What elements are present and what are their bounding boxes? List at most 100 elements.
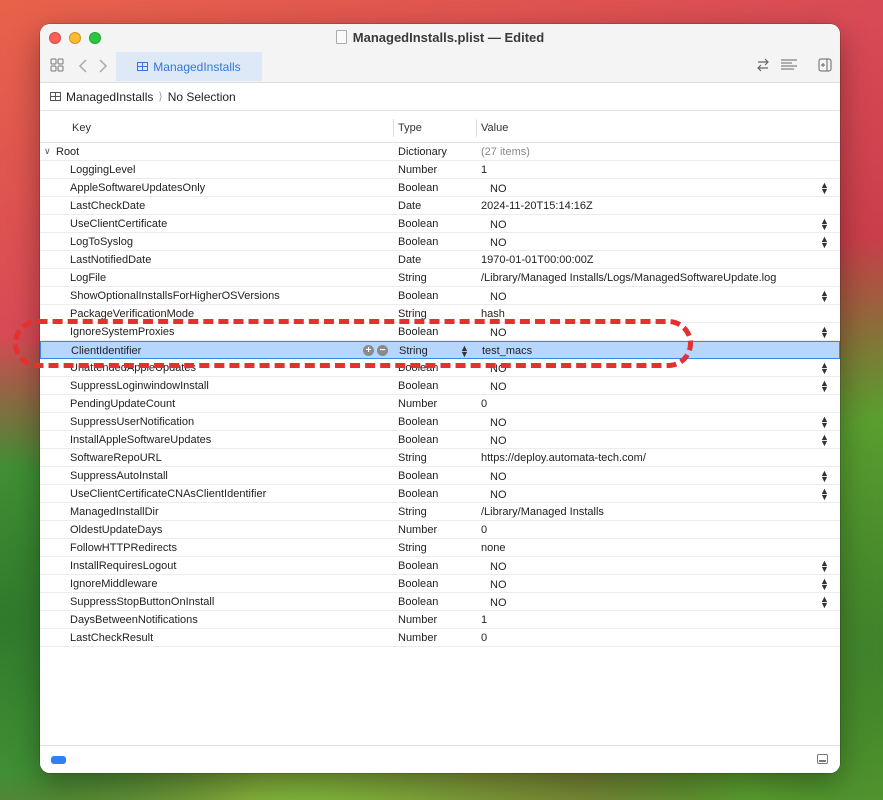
row-key[interactable]: SuppressStopButtonOnInstall [70,596,214,608]
disclosure-chevron-down-icon[interactable]: ∨ [44,146,51,157]
row-value[interactable]: NO [490,417,507,429]
row-type[interactable]: Boolean [398,560,438,572]
row-key[interactable]: ShowOptionalInstallsForHigherOSVersions [70,290,280,302]
value-stepper-icon[interactable]: ▲ ▼ [820,577,829,592]
row-type[interactable]: Boolean [398,182,438,194]
table-row[interactable]: UseClientCertificateCNAsClientIdentifier… [40,485,840,503]
row-type[interactable]: Date [398,200,421,212]
row-key[interactable]: PendingUpdateCount [70,398,175,410]
panel-toggle-icon[interactable] [817,754,828,764]
row-type[interactable]: Boolean [398,578,438,590]
row-key[interactable]: InstallAppleSoftwareUpdates [70,434,211,446]
row-key[interactable]: UseClientCertificate [70,218,167,230]
row-type[interactable]: Boolean [398,326,438,338]
value-stepper-icon[interactable]: ▲ ▼ [820,181,829,196]
table-row[interactable]: LastCheckDate Date 2024-11-20T15:14:16Z [40,197,840,215]
row-value[interactable]: hash [481,308,505,320]
table-row[interactable]: PackageVerificationMode String hash [40,305,840,323]
row-value[interactable]: NO [490,291,507,303]
row-key[interactable]: OldestUpdateDays [70,524,162,536]
row-key[interactable]: LastCheckResult [70,632,153,644]
column-divider[interactable] [476,119,477,137]
tab-managedinstalls[interactable]: ManagedInstalls [116,52,262,81]
value-stepper-icon[interactable]: ▲ ▼ [820,595,829,610]
table-row[interactable]: ClientIdentifier + − String ▲ ▼ test_macs [40,341,840,359]
row-type[interactable]: Boolean [398,362,438,374]
row-value[interactable]: NO [490,471,507,483]
row-key[interactable]: SuppressUserNotification [70,416,194,428]
row-key[interactable]: ManagedInstallDir [70,506,159,518]
table-row[interactable]: LoggingLevel Number 1 [40,161,840,179]
column-header-value[interactable]: Value [481,122,508,134]
row-value[interactable]: NO [490,237,507,249]
row-key[interactable]: DaysBetweenNotifications [70,614,198,626]
value-stepper-icon[interactable]: ▲ ▼ [820,559,829,574]
value-stepper-icon[interactable]: ▲ ▼ [820,487,829,502]
table-row[interactable]: ShowOptionalInstallsForHigherOSVersions B… [40,287,840,305]
row-value[interactable]: NO [490,363,507,375]
value-stepper-icon[interactable]: ▲ ▼ [820,325,829,340]
row-type[interactable]: Boolean [398,236,438,248]
row-value[interactable]: NO [490,489,507,501]
row-type[interactable]: Boolean [398,218,438,230]
table-row[interactable]: AppleSoftwareUpdatesOnly Boolean NO ▲ ▼ [40,179,840,197]
table-row[interactable]: LastNotifiedDate Date 1970-01-01T00:00:00Z [40,251,840,269]
row-value[interactable]: 2024-11-20T15:14:16Z [481,200,593,212]
row-type[interactable]: Boolean [398,416,438,428]
column-divider[interactable] [393,119,394,137]
row-type[interactable]: String [399,345,428,357]
row-key[interactable]: LastCheckDate [70,200,145,212]
type-stepper-icon[interactable]: ▲ ▼ [460,344,469,359]
status-indicator-icon[interactable] [51,756,66,764]
row-key[interactable]: UseClientCertificateCNAsClientIdentifier [70,488,266,500]
row-value[interactable]: 1 [481,614,487,626]
row-value[interactable]: 1 [481,164,487,176]
arrows-swap-icon[interactable] [756,58,770,76]
row-value[interactable]: NO [490,579,507,591]
value-stepper-icon[interactable]: ▲ ▼ [820,433,829,448]
value-stepper-icon[interactable]: ▲ ▼ [820,415,829,430]
breadcrumb-selection[interactable]: No Selection [168,90,236,104]
row-key[interactable]: LoggingLevel [70,164,135,176]
value-stepper-icon[interactable]: ▲ ▼ [820,289,829,304]
row-value[interactable]: https://deploy.automata-tech.com/ [481,452,646,464]
row-key[interactable]: LastNotifiedDate [70,254,151,266]
value-stepper-icon[interactable]: ▲ ▼ [820,217,829,232]
table-row[interactable]: ManagedInstallDir String/Library/Managed … [40,503,840,521]
row-type[interactable]: Boolean [398,488,438,500]
breadcrumb-root[interactable]: ManagedInstalls [66,90,153,104]
add-row-icon[interactable]: + [363,345,374,356]
row-key[interactable]: SoftwareRepoURL [70,452,162,464]
row-type[interactable]: Number [398,398,437,410]
row-value[interactable]: NO [490,435,507,447]
row-value[interactable]: 0 [481,524,487,536]
value-stepper-icon[interactable]: ▲ ▼ [820,469,829,484]
row-value[interactable]: NO [490,381,507,393]
row-key[interactable]: SuppressLoginwindowInstall [70,380,209,392]
column-header-type[interactable]: Type [398,122,422,134]
row-type[interactable]: String [398,452,427,464]
chevron-right-icon[interactable] [98,58,108,78]
row-value[interactable]: 1970-01-01T00:00:00Z [481,254,594,266]
table-row[interactable]: LogToSyslog Boolean NO ▲ ▼ [40,233,840,251]
table-row-root[interactable]: ∨ Root Dictionary (27 items) [40,143,840,161]
row-value[interactable]: /Library/Managed Installs [481,506,604,518]
row-value[interactable]: /Library/Managed Installs/Logs/ManagedSo… [481,272,776,284]
row-key[interactable]: InstallRequiresLogout [70,560,176,572]
row-key[interactable]: FollowHTTPRedirects [70,542,177,554]
row-value[interactable]: 0 [481,398,487,410]
row-type[interactable]: Boolean [398,470,438,482]
row-type[interactable]: Number [398,524,437,536]
row-value[interactable]: NO [490,561,507,573]
value-stepper-icon[interactable]: ▲ ▼ [820,235,829,250]
row-type[interactable]: Date [398,254,421,266]
row-value[interactable]: NO [490,183,507,195]
inspector-panel-icon[interactable] [818,58,832,76]
row-value[interactable]: 0 [481,632,487,644]
value-stepper-icon[interactable]: ▲ ▼ [820,379,829,394]
row-value[interactable]: none [481,542,505,554]
row-key[interactable]: IgnoreMiddleware [70,578,157,590]
row-key[interactable]: PackageVerificationMode [70,308,194,320]
row-key[interactable]: UnattendedAppleUpdates [70,362,196,374]
remove-row-icon[interactable]: − [377,345,388,356]
